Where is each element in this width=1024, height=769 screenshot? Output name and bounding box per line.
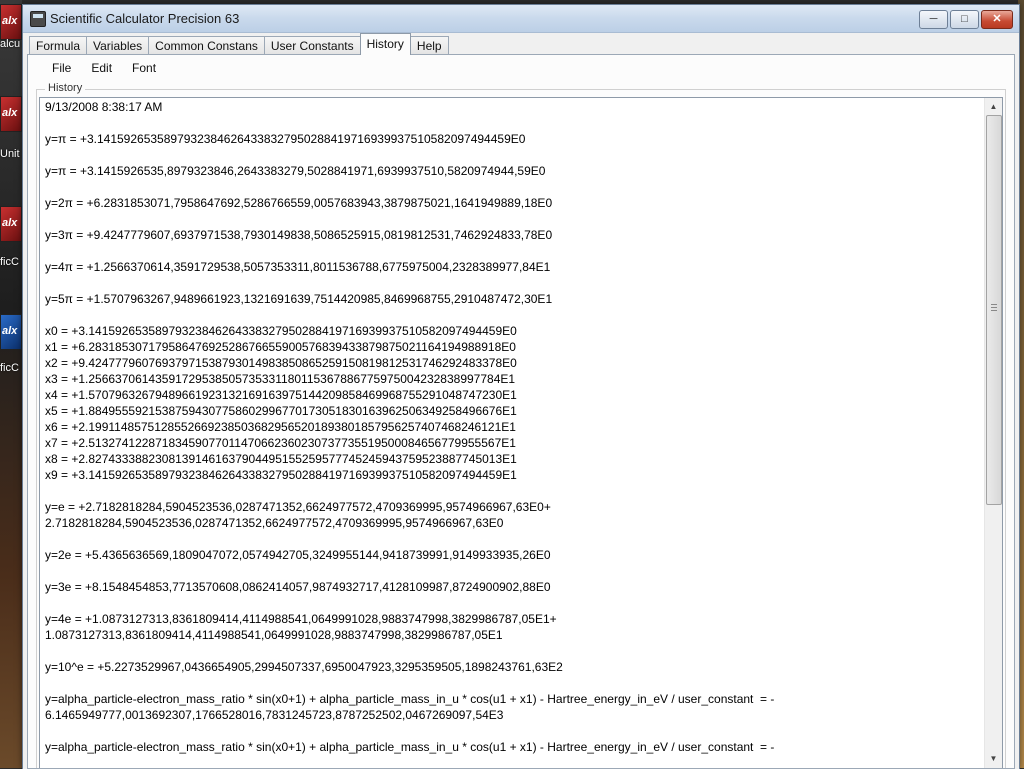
history-line [45,211,978,227]
history-line [45,595,978,611]
history-textbox[interactable]: 9/13/2008 8:38:17 AM y=π = +3.14159265358… [39,97,1003,768]
history-line [45,243,978,259]
history-line: x3 = +1.25663706143591729538505735331180… [45,372,516,386]
history-line: x5 = +1.88495559215387594307758602996770… [45,404,517,418]
window-title: Scientific Calculator Precision 63 [50,11,240,26]
history-line: x2 = +9.42477796076937971538793014983850… [45,356,517,370]
window-controls: ─ □ ✕ [919,10,1013,29]
history-line [45,147,978,163]
history-line: y=4e = +1.0873127313,8361809414,41149885… [45,612,557,626]
desktop-app-icon[interactable]: alx [0,314,22,350]
history-line [45,115,978,131]
history-tab-panel: File Edit Font History 9/13/2008 8:38:17… [27,54,1015,769]
close-button[interactable]: ✕ [981,10,1013,29]
history-line: y=4π = +1.2566370614,3591729538,50573533… [45,260,551,274]
history-text[interactable]: 9/13/2008 8:38:17 AM y=π = +3.14159265358… [45,99,978,755]
tab-formula[interactable]: Formula [29,36,88,55]
history-line: x4 = +1.57079632679489661923132169163975… [45,388,517,402]
history-line: x8 = +2.82743338823081391461637904495155… [45,452,517,466]
history-line: x7 = +2.51327412287183459077011470662360… [45,436,516,450]
calculator-app-icon[interactable] [30,11,46,27]
history-line: y=π = +3.1415926535897932384626433832795… [45,132,526,146]
history-line [45,675,978,691]
tab-common-constans[interactable]: Common Constans [148,36,265,55]
history-line [45,531,978,547]
history-line: y=3e = +8.1548454853,7713570608,08624140… [45,580,551,594]
history-line: 1.0873127313,8361809414,4114988541,06499… [45,628,503,642]
title-bar[interactable]: Scientific Calculator Precision 63 ─ □ ✕ [23,5,1019,33]
vertical-scrollbar[interactable]: ▲ ▼ [984,98,1002,768]
history-line: y=π = +3.1415926535,8979323846,264338327… [45,164,546,178]
history-line: y=alpha_particle-electron_mass_ratio * s… [45,740,775,754]
history-line: 6.1465949777,0013692307,1766528016,78312… [45,708,504,722]
scroll-up-arrow-icon[interactable]: ▲ [985,98,1002,114]
desktop-app-icon[interactable]: alx [0,206,22,242]
calculator-window: Scientific Calculator Precision 63 ─ □ ✕… [22,4,1020,769]
history-line: y=2π = +6.2831853071,7958647692,52867665… [45,196,553,210]
history-line: x6 = +2.19911485751285526692385036829565… [45,420,516,434]
history-line [45,483,978,499]
history-line [45,179,978,195]
tab-help[interactable]: Help [409,36,449,55]
history-line: y=3π = +9.4247779607,6937971538,79301498… [45,228,553,242]
minimize-button[interactable]: ─ [919,10,948,29]
scrollbar-thumb[interactable] [986,115,1002,505]
scroll-down-arrow-icon[interactable]: ▼ [985,750,1002,766]
history-line: y=alpha_particle-electron_mass_ratio * s… [45,692,775,706]
desktop-icon-label[interactable]: Unit [0,148,22,160]
menu-edit[interactable]: Edit [81,61,122,75]
history-line [45,307,978,323]
desktop-app-icon[interactable]: alx [0,96,22,132]
grip-icon [991,304,997,313]
menu-file[interactable]: File [42,61,81,75]
menu-bar: File Edit Font [42,61,166,75]
history-line: x0 = +3.14159265358979323846264338327950… [45,324,517,338]
history-line: y=e = +2.7182818284,5904523536,028747135… [45,500,551,514]
desktop-icon-label[interactable]: alcu [0,38,22,50]
history-line: 9/13/2008 8:38:17 AM [45,100,163,114]
tab-strip: Formula Variables Common Constans User C… [29,33,449,55]
desktop-app-icon[interactable]: alx [0,4,22,40]
history-line [45,643,978,659]
history-line [45,723,978,739]
history-line: 2.7182818284,5904523536,0287471352,66249… [45,516,504,530]
history-line: x1 = +6.28318530717958647692528676655900… [45,340,516,354]
desktop-background-left: alx alcu alx Unit alx ficC alx ficC [0,0,22,768]
desktop-icon-label[interactable]: ficC [0,256,22,268]
maximize-button[interactable]: □ [950,10,979,29]
desktop-icon-label[interactable]: ficC [0,362,22,374]
history-line [45,563,978,579]
menu-font[interactable]: Font [122,61,166,75]
history-line: y=5π = +1.5707963267,9489661923,13216916… [45,292,553,306]
tab-history[interactable]: History [359,33,411,55]
history-line: x9 = +3.14159265358979323846264338327950… [45,468,517,482]
history-group-label: History [45,82,86,94]
history-line [45,275,978,291]
history-line: y=2e = +5.4365636569,1809047072,05749427… [45,548,551,562]
history-group: History 9/13/2008 8:38:17 AM y=π = +3.141… [36,82,1006,768]
history-line: y=10^e = +5.2273529967,0436654905,299450… [45,660,563,674]
tab-user-constants[interactable]: User Constants [263,36,361,55]
tab-variables[interactable]: Variables [86,36,150,55]
